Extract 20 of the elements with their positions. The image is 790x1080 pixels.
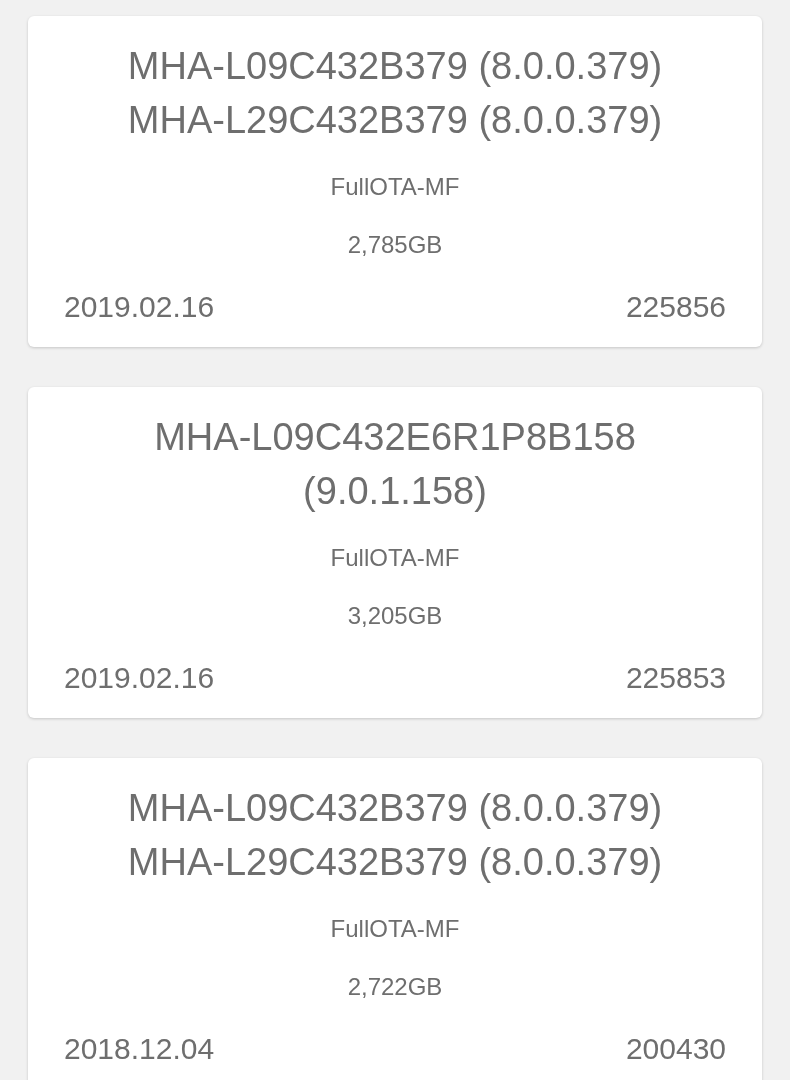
file-size: 2,722GB [346,972,444,1002]
firmware-id: 225856 [625,289,726,325]
firmware-version: MHA-L29C432B379 (8.0.0.379) [126,840,664,885]
package-type: FullOTA-MF [329,172,461,202]
release-date: 2019.02.16 [64,660,215,696]
firmware-id: 200430 [625,1031,726,1067]
firmware-card[interactable]: MHA-L09C432E6R1P8B158 (9.0.1.158) FullOTA-MF 3,205GB 2019.02.16 225853 [28,387,762,718]
firmware-card[interactable]: MHA-L09C432B379 (8.0.0.379) MHA-L29C432B379 (8.0.0.379) FullOTA-MF 2,722GB 2018.12.04 200430 [28,758,762,1080]
release-date: 2019.02.16 [64,289,215,325]
firmware-id: 225853 [625,660,726,696]
package-type: FullOTA-MF [329,543,461,573]
firmware-card[interactable]: MHA-L09C432B379 (8.0.0.379) MHA-L29C432B379 (8.0.0.379) FullOTA-MF 2,785GB 2019.02.16 225856 [28,16,762,347]
firmware-version: MHA-L09C432B379 (8.0.0.379) [126,44,664,89]
firmware-version: MHA-L09C432E6R1P8B158 (9.0.1.158) [153,415,637,514]
package-type: FullOTA-MF [329,914,461,944]
release-date: 2018.12.04 [64,1031,215,1067]
firmware-version: MHA-L29C432B379 (8.0.0.379) [126,98,664,143]
firmware-version: MHA-L09C432B379 (8.0.0.379) [126,786,664,831]
file-size: 2,785GB [346,230,444,260]
file-size: 3,205GB [346,601,444,631]
